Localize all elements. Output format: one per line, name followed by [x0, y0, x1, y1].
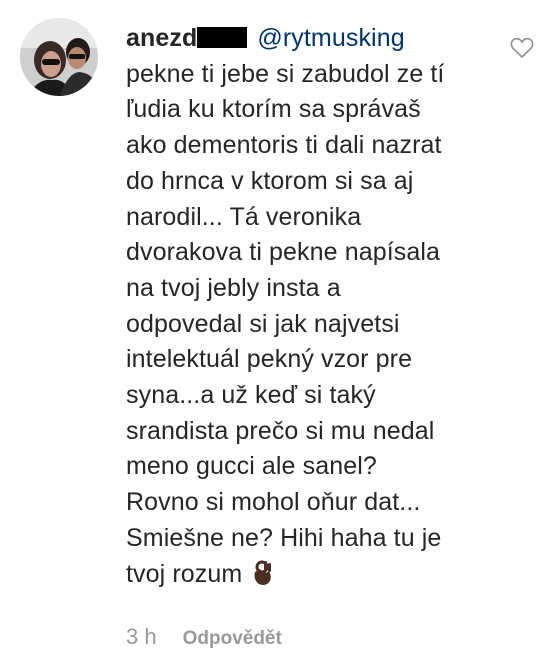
- comment-last-line: tvoj rozum: [126, 557, 496, 593]
- comment-line: syna...a už keď si taký: [126, 381, 376, 410]
- ok-hand-emoji-icon: [251, 560, 273, 586]
- comment-line: dvorakova ti pekne napísala: [126, 238, 441, 267]
- comment-line: Rovno si mohol oňur dat...: [126, 488, 421, 517]
- comment-line: srandista prečo si mu nedal: [126, 416, 435, 445]
- comment-line: meno gucci ale sanel?: [126, 452, 377, 481]
- heart-icon[interactable]: [510, 37, 534, 59]
- comment-line: narodil... Tá veronika: [126, 202, 362, 231]
- comment-line: odpovedal si jak najvetsi: [126, 309, 400, 338]
- avatar-photo: [20, 18, 98, 96]
- comment-line: na tvoj jebly insta a: [126, 273, 341, 302]
- username[interactable]: anezd: [126, 24, 197, 52]
- comment-line: ako dementoris ti dali nazrat: [126, 131, 442, 160]
- comment: anezd @rytmusking pekne ti jebe si zabudo…: [0, 0, 559, 649]
- comment-meta: 3 h Odpovědět: [126, 624, 282, 650]
- comment-time[interactable]: 3 h: [126, 624, 157, 649]
- reply-button[interactable]: Odpovědět: [183, 628, 282, 649]
- redaction-bar: [197, 27, 248, 48]
- comment-line: pekne ti jebe si zabudol ze tí: [126, 59, 445, 88]
- mention-link[interactable]: @rytmusking: [257, 24, 404, 52]
- comment-line: Smiešne ne? Hihi haha tu je: [126, 523, 442, 552]
- comment-line-text: tvoj rozum: [126, 559, 243, 588]
- comment-body: anezd @rytmusking pekne ti jebe si zabudo…: [126, 21, 496, 592]
- comment-header: anezd @rytmusking: [126, 21, 496, 57]
- comment-line: intelektuál pekný vzor pre: [126, 345, 413, 374]
- comment-line: ľudia ku ktorím sa správaš: [126, 95, 421, 124]
- avatar[interactable]: [20, 18, 98, 96]
- comment-line: do hrnca v ktorom si sa aj: [126, 166, 414, 195]
